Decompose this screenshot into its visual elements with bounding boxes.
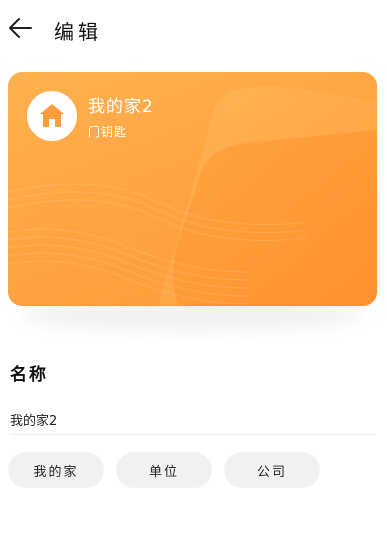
edit-page: 编辑 我的家2 门钥匙 名称 我的家2 我的家 单位 公司: [0, 0, 387, 533]
name-input[interactable]: [10, 404, 376, 435]
suggestion-chip-work-unit[interactable]: 单位: [116, 452, 212, 488]
card-avatar: [27, 91, 77, 141]
name-suggestions: 我的家 单位 公司: [8, 452, 387, 488]
suggestion-chip-home[interactable]: 我的家: [8, 452, 104, 488]
name-section-label: 名称: [10, 365, 48, 385]
card-name: 我的家2: [88, 97, 154, 117]
header: 编辑: [0, 0, 387, 56]
page-title: 编辑: [54, 20, 102, 44]
key-card: 我的家2 门钥匙: [8, 72, 377, 306]
arrow-left-icon: [9, 18, 32, 38]
back-button[interactable]: [6, 14, 34, 42]
home-icon: [40, 104, 64, 127]
suggestion-chip-company[interactable]: 公司: [224, 452, 320, 488]
card-subtitle: 门钥匙: [88, 125, 128, 139]
